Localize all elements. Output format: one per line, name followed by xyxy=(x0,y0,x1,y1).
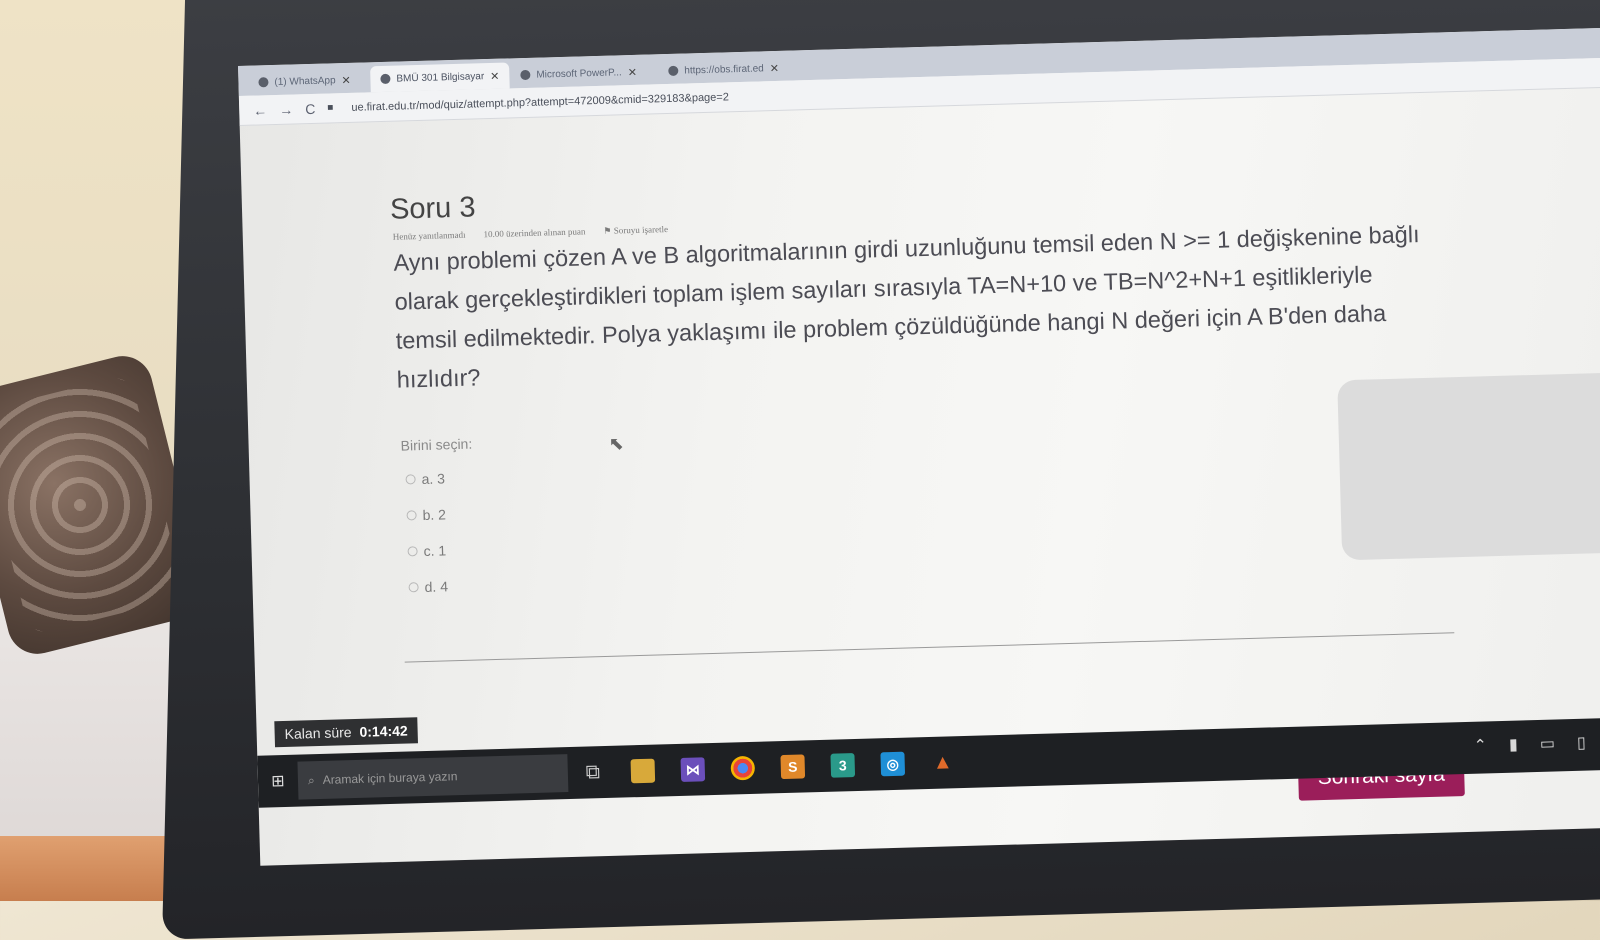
display-icon[interactable]: ▭ xyxy=(1540,733,1556,753)
tab-bmu-301[interactable]: BMÜ 301 Bilgisayar ✕ xyxy=(370,62,510,93)
timer-value: 0:14:42 xyxy=(359,722,408,740)
reload-icon[interactable]: C xyxy=(305,100,316,116)
flag-question-link[interactable]: ⚑ Soruyu işaretle xyxy=(603,224,668,237)
task-view-icon[interactable]: ⧉ xyxy=(568,760,619,784)
close-icon[interactable]: ✕ xyxy=(628,65,638,78)
taskbar-search[interactable]: ⌕ Aramak için buraya yazın xyxy=(297,754,569,800)
radio-button[interactable] xyxy=(408,582,419,593)
option-d[interactable]: d. 4 xyxy=(408,578,448,595)
timer-label: Kalan süre xyxy=(284,724,352,742)
matlab-icon[interactable]: ▲ xyxy=(917,750,968,775)
app-3-icon[interactable]: 3 xyxy=(817,753,868,778)
url-field[interactable]: ue.firat.edu.tr/mod/quiz/attempt.php?att… xyxy=(351,91,729,114)
radio-button[interactable] xyxy=(405,474,416,485)
chrome-icon[interactable] xyxy=(717,755,768,781)
time-remaining: Kalan süre 0:14:42 xyxy=(274,717,419,748)
option-label: c. 1 xyxy=(423,542,447,560)
usb-icon[interactable]: ▮ xyxy=(1509,735,1518,755)
close-icon[interactable]: ✕ xyxy=(341,73,351,86)
tab-label: Microsoft PowerP... xyxy=(536,66,622,81)
radio-button[interactable] xyxy=(406,510,417,521)
question-text: Aynı problemi çözen A ve B algoritmaları… xyxy=(393,221,1420,393)
tab-powerpoint[interactable]: Microsoft PowerP... ✕ xyxy=(510,59,647,89)
globe-icon xyxy=(520,69,531,81)
option-c[interactable]: c. 1 xyxy=(407,542,446,559)
option-a[interactable]: a. 3 xyxy=(405,470,445,487)
camera-app-icon[interactable]: ◎ xyxy=(867,751,918,777)
chevron-up-icon[interactable]: ⌃ xyxy=(1473,735,1487,755)
sublime-text-icon[interactable]: S xyxy=(767,754,818,780)
back-arrow-icon[interactable]: ← xyxy=(253,102,267,118)
tab-label: https://obs.firat.ed xyxy=(684,62,764,77)
windows-start-icon[interactable]: ⊞ xyxy=(258,771,299,792)
side-panel xyxy=(1337,372,1600,561)
file-explorer-icon[interactable] xyxy=(618,758,669,784)
whatsapp-icon xyxy=(258,77,269,88)
moodle-icon xyxy=(380,73,391,85)
laptop-screen: (1) WhatsApp ✕ BMÜ 301 Bilgisayar ✕ Micr… xyxy=(238,27,1600,866)
lock-icon: ■ xyxy=(327,102,334,114)
choose-label: Birini seçin: xyxy=(400,435,473,454)
option-label: d. 4 xyxy=(424,578,449,595)
option-label: b. 2 xyxy=(422,506,447,524)
question-title: Soru 3 xyxy=(389,191,476,226)
question-status: Henüz yanıtlanmadı xyxy=(392,229,466,242)
visual-studio-icon[interactable]: ⋈ xyxy=(667,757,718,782)
tab-whatsapp[interactable]: (1) WhatsApp ✕ xyxy=(248,67,361,96)
radio-button[interactable] xyxy=(407,546,418,557)
search-icon: ⌕ xyxy=(307,772,315,787)
globe-icon xyxy=(668,65,679,76)
forward-arrow-icon[interactable]: → xyxy=(279,101,293,117)
tab-label: (1) WhatsApp xyxy=(274,74,336,88)
tab-obs-firat[interactable]: https://obs.firat.ed ✕ xyxy=(658,55,789,85)
divider xyxy=(404,632,1455,663)
flag-label: Soruyu işaretle xyxy=(613,224,669,236)
search-placeholder: Aramak için buraya yazın xyxy=(322,769,458,787)
close-icon[interactable]: ✕ xyxy=(770,61,780,74)
option-label: a. 3 xyxy=(421,470,446,488)
tab-label: BMÜ 301 Bilgisayar xyxy=(396,70,485,85)
system-tray: ⌃ ▮ ▭ ▯ ◖ xyxy=(1473,732,1600,756)
battery-icon[interactable]: ▯ xyxy=(1577,733,1586,753)
close-icon[interactable]: ✕ xyxy=(490,69,500,82)
mouse-cursor-icon: ⬉ xyxy=(608,433,625,454)
option-b[interactable]: b. 2 xyxy=(406,506,446,523)
